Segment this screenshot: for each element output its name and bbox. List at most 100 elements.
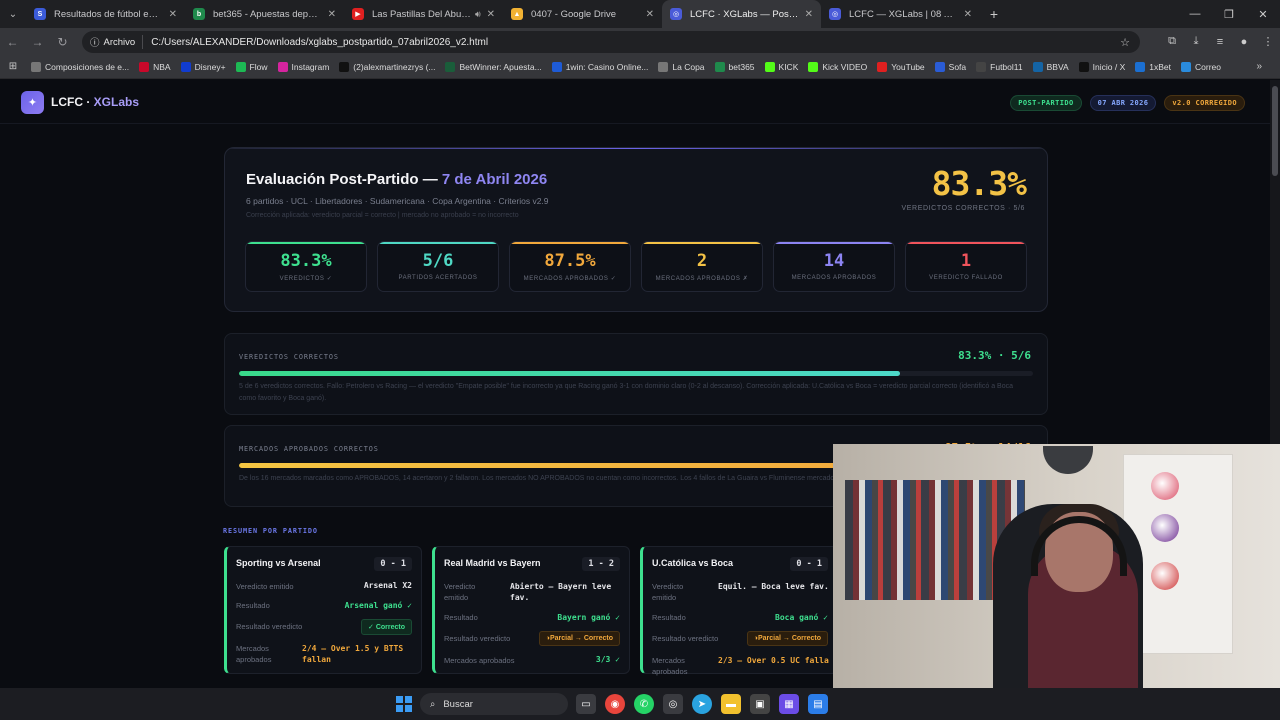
new-tab-button[interactable]: + (980, 6, 1008, 22)
browser-tab[interactable]: b bet365 - Apuestas deportivas e ✕ (185, 0, 344, 28)
markets-row: Mercados aprobados 2/3 — Over 0.5 UC fall… (652, 655, 829, 677)
bookmark-item[interactable]: 1xBet (1130, 61, 1176, 72)
date-badge: 07 ABR 2026 (1089, 95, 1157, 111)
task-view-icon[interactable]: ▭ (576, 694, 596, 714)
profile-avatar[interactable]: ● (1232, 36, 1256, 48)
browser-tab[interactable]: ▲ 0407 - Google Drive ✕ (503, 0, 662, 28)
telegram-icon[interactable]: ➤ (692, 694, 712, 714)
download-icon[interactable]: ⤓ (1184, 35, 1208, 48)
bookmark-label: Disney+ (194, 61, 226, 72)
bookmark-favicon-icon (877, 61, 888, 72)
bookmark-item[interactable]: Instagram (273, 61, 335, 72)
close-tab-icon[interactable]: ✕ (169, 9, 177, 20)
tab-title: 0407 - Google Drive (531, 8, 617, 20)
back-icon[interactable]: ← (0, 35, 25, 49)
menu-icon[interactable]: ⋮ (1256, 35, 1280, 48)
bookmark-item[interactable]: Futbol11 (971, 61, 1027, 72)
bookmark-item[interactable]: BetWinner: Apuesta... (440, 61, 546, 72)
audio-icon[interactable]: 🔊︎ (475, 9, 481, 20)
result-value: Bayern ganó ✓ (557, 613, 620, 622)
reload-icon[interactable]: ↻ (50, 35, 75, 49)
verdict-result-badge: ◑Parcial → Correcto (746, 631, 828, 646)
bookmark-item[interactable]: La Copa (653, 61, 709, 72)
bookmark-item[interactable]: Flow (231, 61, 273, 72)
obs-icon[interactable]: ◎ (663, 694, 683, 714)
apps-icon[interactable]: ⊞ (0, 61, 26, 72)
close-tab-icon[interactable]: ✕ (646, 9, 654, 20)
bookmark-star-icon[interactable]: ☆ (1120, 36, 1130, 49)
bookmark-item[interactable]: Sofa (930, 61, 972, 72)
progress-caption: VEREDICTOS CORRECTOS (239, 353, 339, 361)
maximize-icon[interactable]: ❐ (1212, 8, 1246, 21)
tab-groups-icon[interactable]: ≡ (1208, 36, 1232, 48)
bookmark-item[interactable]: NBA (134, 61, 175, 72)
bookmark-favicon-icon (180, 61, 191, 72)
bookmark-item[interactable]: bet365 (710, 61, 760, 72)
address-toolbar: ← → ↻ ⓘ Archivo C:/Users/ALEXANDER/Downlo… (0, 28, 1280, 55)
taskbar-search[interactable]: ⌕ Buscar (420, 693, 568, 715)
bookmark-favicon-icon (31, 61, 41, 72)
progress-fill (239, 371, 901, 376)
more-bookmarks-icon[interactable]: » (1256, 61, 1262, 72)
match-card[interactable]: U.Católica vs Boca 0 - 1 Veredicto emitido… (640, 546, 838, 677)
url-text[interactable]: C:/Users/ALEXANDER/Downloads/xglabs_post… (151, 37, 488, 48)
minimize-icon[interactable]: — (1178, 8, 1212, 20)
start-button[interactable] (396, 696, 412, 712)
browser-tab[interactable]: ◎ LCFC — XGLabs | 08 Abril 2026 ✕ (821, 0, 980, 28)
stat-value: 14 (823, 251, 845, 271)
browser-tab[interactable]: S Resultados de fútbol en directo ✕ (26, 0, 185, 28)
bookmark-item[interactable]: BBVA (1028, 61, 1074, 72)
stat-card: 83.3% VEREDICTOS ✓ (245, 241, 367, 292)
stat-card: 14 MERCADOS APROBADOS (773, 241, 895, 292)
bookmark-label: NBA (153, 61, 171, 72)
forward-icon[interactable]: → (25, 35, 50, 49)
tab-search-icon[interactable]: ⌄ (0, 0, 26, 28)
bookmark-item[interactable]: Disney+ (176, 61, 231, 72)
bookmark-item[interactable]: KICK (760, 61, 804, 72)
whatsapp-icon[interactable]: ✆ (634, 694, 654, 714)
extensions-icon[interactable]: ⧉ (1160, 35, 1184, 48)
match-card[interactable]: Sporting vs Arsenal 0 - 1 Veredicto emitid… (224, 546, 422, 674)
bookmark-item[interactable]: Inicio / X (1074, 61, 1131, 72)
close-tab-icon[interactable]: ✕ (328, 9, 336, 20)
bookmark-favicon-icon (1032, 61, 1043, 72)
app-grid-icon[interactable]: ▦ (779, 694, 799, 714)
file-explorer-icon[interactable]: ▬ (721, 694, 741, 714)
bookmark-item[interactable]: (2)alexmartinezrys (... (334, 61, 440, 72)
browser-tab[interactable]: ▶ Las Pastillas Del Abuelo - O 🔊︎ ✕ (344, 0, 503, 28)
address-bar[interactable]: ⓘ Archivo C:/Users/ALEXANDER/Downloads/xg… (82, 31, 1140, 53)
bookmark-label: Flow (249, 61, 268, 72)
site-info-chip[interactable]: ⓘ Archivo (88, 35, 144, 49)
bookmark-item[interactable]: 1win: Casino Online... (547, 61, 654, 72)
bookmark-favicon-icon (139, 61, 150, 72)
stat-label: PARTIDOS ACERTADOS (398, 275, 478, 281)
close-tab-icon[interactable]: ✕ (964, 9, 972, 20)
markets-value: 2/4 — Over 1.5 y BTTS fallan (302, 644, 404, 664)
tab-title: LCFC · XGLabs — Post-Partido (690, 8, 799, 20)
result-value: Boca ganó ✓ (775, 613, 828, 622)
stat-card: 5/6 PARTIDOS ACERTADOS (377, 241, 499, 292)
bookmark-item[interactable]: YouTube (872, 61, 929, 72)
tab-favicon-icon: ◎ (829, 8, 841, 20)
calculator-icon[interactable]: ▤ (808, 694, 828, 714)
bookmark-favicon-icon (339, 61, 350, 72)
scrollbar-thumb[interactable] (1272, 86, 1278, 176)
browser-tab[interactable]: ◎ LCFC · XGLabs — Post-Partido ✕ (662, 0, 821, 28)
chrome-icon[interactable]: ◉ (605, 694, 625, 714)
bookmark-item[interactable]: Kick VIDEO (803, 61, 872, 72)
bookmark-item[interactable]: Correo (1176, 61, 1226, 72)
bookmark-item[interactable]: Composiciones de e... (26, 61, 134, 72)
bookmark-label: Sofa (948, 61, 967, 72)
capture-icon[interactable]: ▣ (750, 694, 770, 714)
tab-favicon-icon: S (34, 8, 46, 20)
match-card[interactable]: Real Madrid vs Bayern 1 - 2 Veredicto emit… (432, 546, 630, 674)
close-tab-icon[interactable]: ✕ (805, 9, 813, 20)
close-tab-icon[interactable]: ✕ (487, 9, 495, 20)
match-title: U.Católica vs Boca (652, 558, 734, 568)
bookmark-label: (2)alexmartinezrys (... (353, 61, 436, 72)
close-window-icon[interactable]: ✕ (1246, 8, 1280, 21)
title-date: 7 de Abril 2026 (441, 171, 548, 188)
stat-label: VEREDICTO FALLADO (929, 275, 1003, 281)
bookmark-label: bet365 (728, 61, 755, 72)
tab-favicon-icon: ▶ (352, 8, 364, 20)
